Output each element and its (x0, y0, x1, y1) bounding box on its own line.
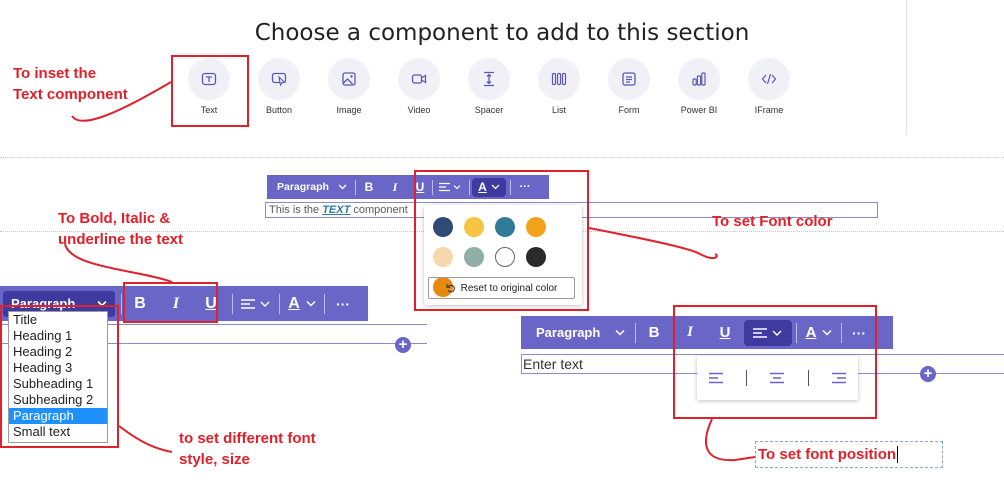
annotation-arrows (64, 81, 756, 462)
